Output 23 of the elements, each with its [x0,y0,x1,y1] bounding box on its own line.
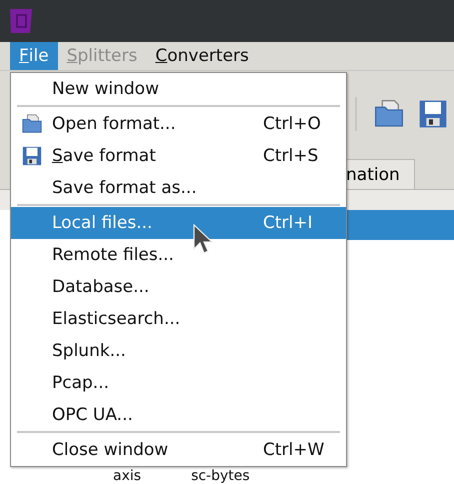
menu-item[interactable]: File [10,42,58,70]
floppy-icon [21,145,43,167]
menu-item[interactable]: Database... [11,271,346,303]
column-header: sc-bytes [191,469,250,484]
mouse-pointer-icon [192,223,214,257]
menu-item[interactable]: Splunk... [11,335,346,367]
menu-item[interactable]: Save format as... [11,172,346,204]
menu-item[interactable]: OPC UA... [11,399,346,431]
folder-icon [373,98,405,130]
menu-item[interactable]: Close window Ctrl+W [11,434,346,466]
tab[interactable]: nation [345,159,415,189]
selected-row[interactable] [347,210,454,240]
menu-item[interactable]: Remote files... [11,239,346,271]
menu-item[interactable]: Open format... Ctrl+O [11,108,346,140]
floppy-icon [417,98,449,130]
menu-item[interactable]: Elasticsearch... [11,303,346,335]
menu-item[interactable]: Converters [146,42,258,70]
menu-item[interactable]: New window [11,73,346,105]
menu-item[interactable]: Pcap... [11,367,346,399]
menu-item[interactable]: Local files... Ctrl+I [11,207,346,239]
column-header: axis [113,469,142,484]
menu-item[interactable]: Save format Ctrl+S [11,140,346,172]
folder-icon [21,113,43,135]
